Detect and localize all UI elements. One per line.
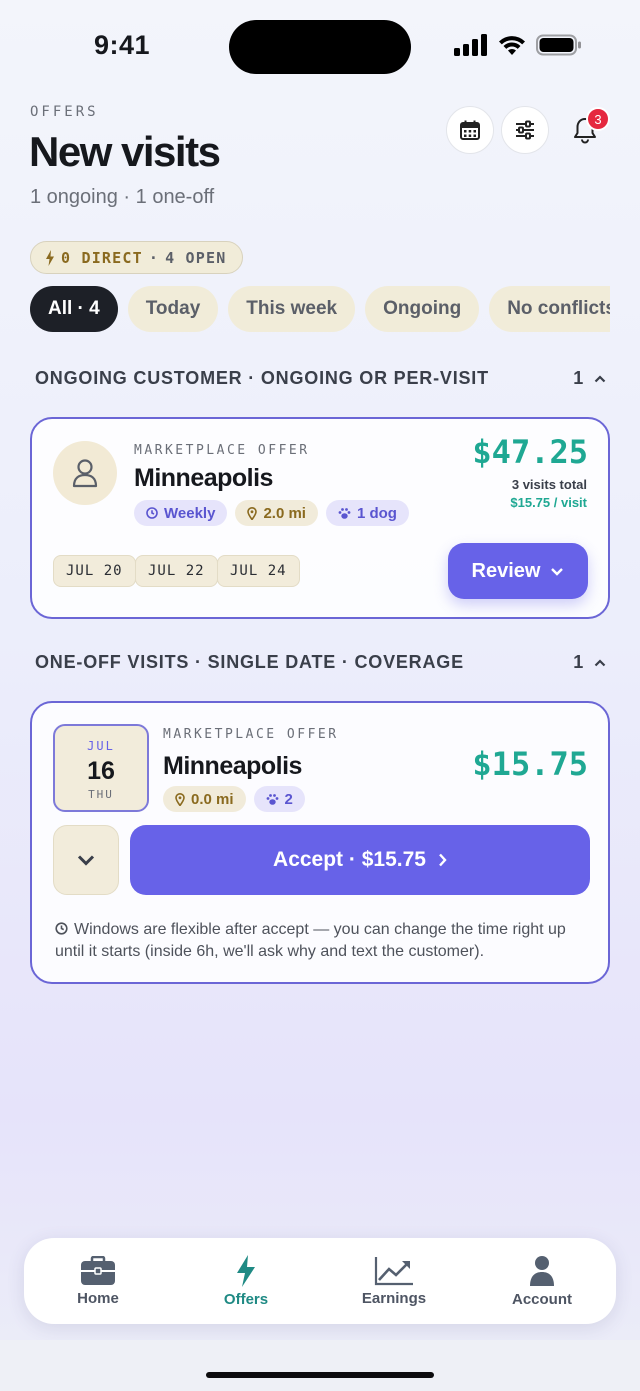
sliders-icon (516, 120, 534, 140)
filter-chip-ongoing[interactable]: Ongoing (365, 286, 480, 332)
offer-city: Minneapolis (134, 464, 273, 492)
tab-bar: Home Offers Earnings Account (24, 1238, 616, 1324)
pets-label: 2 (284, 790, 293, 808)
status-icons (454, 34, 582, 56)
page-subtitle: 1 ongoing · 1 one-off (30, 186, 215, 208)
section-count-ongoing: 1 (573, 368, 584, 388)
chart-trend-icon (374, 1256, 413, 1285)
distance-tag: 0.0 mi (163, 786, 246, 812)
filter-settings-button[interactable] (501, 106, 549, 154)
visit-day: 16 (87, 757, 115, 785)
offer-card-ongoing[interactable]: MARKETPLACE OFFER Minneapolis Weekly 2.0… (30, 417, 610, 619)
offer-type-label: MARKETPLACE OFFER (163, 727, 339, 742)
briefcase-icon (81, 1255, 115, 1285)
frequency-label: Weekly (164, 504, 216, 522)
visit-date-chip: JUL 24 (217, 555, 300, 587)
chevron-up-icon (594, 374, 606, 382)
filter-chip-no-conflicts[interactable]: No conflicts (489, 286, 610, 332)
chevron-up-icon (594, 658, 606, 666)
tab-account[interactable]: Account (468, 1238, 616, 1324)
bottom-safe-area (0, 1340, 640, 1391)
offer-tags: 0.0 mi 2 (163, 786, 305, 812)
note-text: Windows are flexible after accept — you … (55, 921, 566, 960)
tab-earnings[interactable]: Earnings (320, 1238, 468, 1324)
filter-chip-this-week[interactable]: This week (228, 286, 356, 332)
dynamic-island (229, 20, 411, 74)
pets-tag: 2 (253, 786, 305, 812)
direct-count: 0 DIRECT (61, 248, 143, 267)
chevron-right-icon (439, 853, 447, 867)
tab-home[interactable]: Home (24, 1238, 172, 1324)
page-title: New visits (29, 128, 221, 175)
battery-icon (536, 34, 581, 56)
offer-tags: Weekly 2.0 mi 1 dog (134, 500, 409, 526)
notification-badge: 3 (586, 107, 610, 131)
visits-total: 3 visits total (511, 477, 587, 492)
page-eyebrow: OFFERS (30, 104, 99, 120)
chevron-down-icon (551, 567, 564, 576)
section-title-ongoing: ONGOING CUSTOMER · ONGOING OR PER-VISIT (35, 368, 489, 388)
review-button[interactable]: Review (448, 543, 588, 599)
bolt-icon (46, 249, 54, 266)
expand-button[interactable] (53, 825, 119, 895)
section-header-oneoff[interactable]: ONE-OFF VISITS · SINGLE DATE · COVERAGE … (35, 652, 606, 673)
visit-date-chip: JUL 22 (135, 555, 218, 587)
signal-icon (454, 34, 487, 56)
open-count: 4 OPEN (165, 248, 227, 267)
offer-type-label: MARKETPLACE OFFER (134, 443, 310, 458)
visit-weekday: THU (88, 788, 114, 801)
pets-tag: 1 dog (325, 500, 409, 526)
calendar-icon (460, 120, 480, 140)
offer-summary-pill: 0 DIRECT · 4 OPEN (30, 241, 244, 274)
summary-separator: · (148, 248, 160, 267)
pets-label: 1 dog (356, 504, 397, 522)
offer-price: $47.25 (472, 433, 588, 471)
tab-home-label: Home (77, 1289, 119, 1307)
calendar-button[interactable] (446, 106, 494, 154)
filter-chip-all[interactable]: All · 4 (30, 286, 118, 332)
status-time: 9:41 (94, 30, 151, 60)
distance-tag: 2.0 mi (235, 500, 318, 526)
home-indicator[interactable] (206, 1372, 434, 1378)
chevron-down-icon (77, 855, 95, 866)
distance-label: 0.0 mi (191, 790, 234, 808)
pin-icon (175, 792, 185, 806)
frequency-tag: Weekly (134, 500, 228, 526)
accept-button[interactable]: Accept · $15.75 (130, 825, 590, 895)
pin-icon (247, 506, 258, 520)
visit-month: JUL (87, 739, 115, 753)
person-icon (530, 1255, 554, 1286)
visit-date-block: JUL 16 THU (53, 724, 149, 812)
tab-account-label: Account (512, 1290, 572, 1308)
tab-offers-label: Offers (223, 1290, 269, 1308)
section-count-oneoff: 1 (573, 652, 584, 672)
offer-city: Minneapolis (163, 752, 302, 780)
bolt-icon (237, 1254, 255, 1287)
clock-icon (146, 507, 158, 519)
offer-card-oneoff[interactable]: JUL 16 THU MARKETPLACE OFFER Minneapolis… (30, 701, 610, 984)
filter-chips: All · 4 Today This week Ongoing No confl… (30, 286, 610, 334)
filter-chip-today[interactable]: Today (127, 286, 219, 332)
tab-earnings-label: Earnings (361, 1289, 427, 1307)
section-title-oneoff: ONE-OFF VISITS · SINGLE DATE · COVERAGE (35, 652, 464, 672)
person-icon (72, 459, 98, 488)
offer-price: $15.75 (472, 745, 588, 783)
wifi-icon (499, 36, 525, 55)
paw-icon (266, 793, 278, 805)
per-visit-price: $15.75 / visit (510, 495, 587, 510)
section-header-ongoing[interactable]: ONGOING CUSTOMER · ONGOING OR PER-VISIT … (35, 368, 606, 389)
paw-icon (338, 507, 351, 519)
tab-offers[interactable]: Offers (172, 1238, 320, 1324)
flexible-window-note: Windows are flexible after accept — you … (55, 919, 595, 963)
avatar (53, 441, 117, 505)
clock-icon (55, 922, 68, 935)
accept-label: Accept · $15.75 (273, 848, 426, 871)
visit-date-chip: JUL 20 (53, 555, 136, 587)
review-label: Review (471, 559, 541, 582)
distance-label: 2.0 mi (263, 504, 306, 522)
